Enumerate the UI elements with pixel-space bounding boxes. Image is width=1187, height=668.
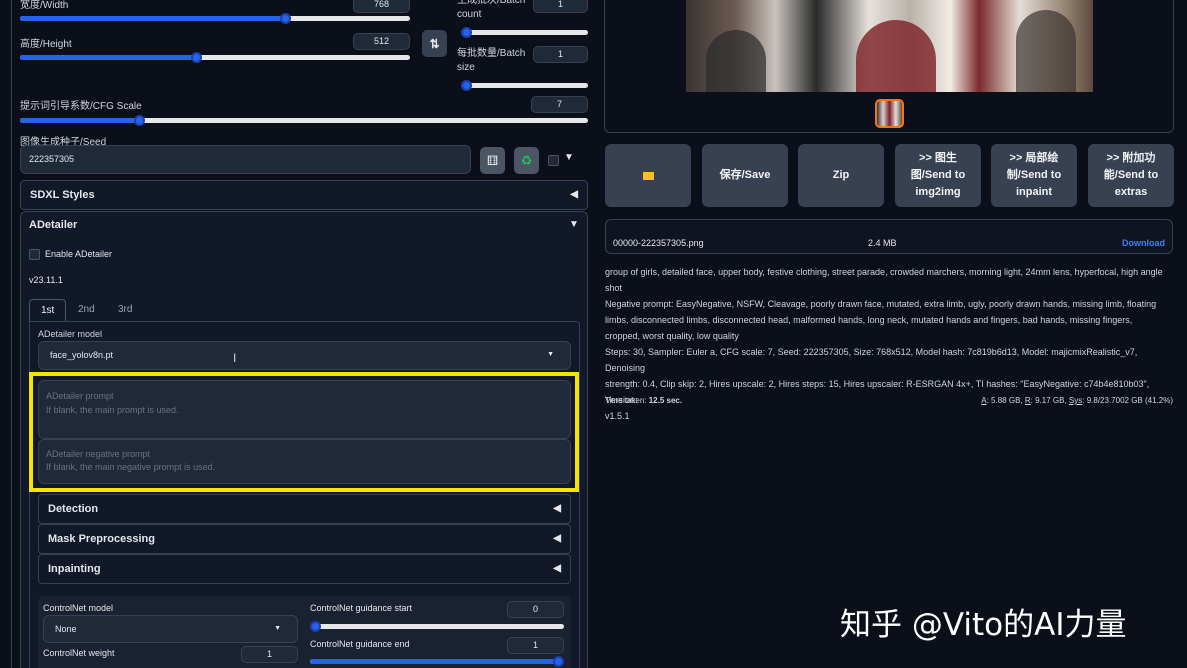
adetailer-prompt-placeholder: If blank, the main prompt is used. — [46, 405, 179, 415]
info-prompt: group of girls, detailed face, upper bod… — [605, 267, 1163, 293]
width-number-input[interactable]: 768 — [353, 0, 410, 13]
extra-seed-checkbox[interactable] — [548, 155, 559, 166]
swap-icon: ⇅ — [429, 36, 440, 51]
memory-stats: A: 5.88 GB, R: 9.17 GB, Sys: 9.8/23.7002… — [981, 396, 1173, 405]
width-slider-thumb[interactable] — [280, 13, 292, 24]
controlnet-model-label: ControlNet model — [43, 603, 114, 613]
watermark-text: 知乎 @Vito的AI力量 — [840, 607, 1127, 643]
enable-adetailer-checkbox[interactable] — [29, 249, 40, 260]
controlnet-guidance-start-slider[interactable] — [310, 621, 564, 632]
inpainting-accordion[interactable]: Inpainting ◀ — [38, 554, 571, 584]
open-folder-button[interactable] — [605, 144, 691, 207]
sdxl-styles-title: SDXL Styles — [30, 189, 95, 201]
collapse-left-icon: ◀ — [553, 533, 561, 544]
info-params: Steps: 30, Sampler: Euler a, CFG scale: … — [605, 347, 1150, 421]
cfg-scale-slider[interactable] — [20, 115, 588, 126]
file-name: 00000-222357305.png — [613, 238, 704, 248]
random-seed-button[interactable]: ⚅ — [480, 147, 505, 174]
adetailer-negative-prompt-textarea[interactable]: ADetailer negative prompt If blank, the … — [38, 439, 571, 484]
adetailer-title[interactable]: ADetailer — [29, 219, 77, 231]
photo-figure — [856, 20, 936, 92]
photo-figure — [1016, 10, 1076, 92]
collapse-left-icon: ◀ — [553, 503, 561, 514]
controlnet-guidance-end-thumb[interactable] — [553, 656, 564, 667]
width-label: 宽度/Width — [20, 0, 69, 11]
batch-size-slider[interactable] — [461, 80, 588, 91]
controlnet-model-dropdown[interactable]: None ▼ — [43, 615, 298, 643]
batch-size-number-input[interactable]: 1 — [533, 46, 588, 63]
tab-3rd[interactable]: 3rd — [118, 304, 132, 315]
batch-count-number-input[interactable]: 1 — [533, 0, 588, 13]
expand-down-icon[interactable]: ▼ — [569, 219, 579, 230]
zip-button[interactable]: Zip — [798, 144, 884, 207]
batch-size-slider-thumb[interactable] — [461, 80, 472, 91]
adetailer-model-dropdown[interactable]: face_yolov8n.pt ▼ — [38, 341, 571, 370]
recycle-icon: ♻ — [520, 152, 533, 168]
batch-count-slider-thumb[interactable] — [461, 27, 472, 38]
collapse-left-icon: ◀ — [570, 189, 578, 200]
controlnet-model-value: None — [55, 624, 77, 634]
text-cursor-icon: I — [233, 351, 237, 365]
send-to-inpaint-button[interactable]: >> 局部绘 制/Send to inpaint — [991, 144, 1077, 207]
height-label: 高度/Height — [20, 39, 72, 50]
batch-count-slider[interactable] — [461, 27, 588, 38]
cfg-scale-label: 提示词引导系数/CFG Scale — [20, 101, 142, 112]
adetailer-prompt-textarea[interactable]: ADetailer prompt If blank, the main prom… — [38, 380, 571, 439]
sdxl-styles-accordion[interactable]: SDXL Styles ◀ — [20, 180, 588, 210]
generated-image[interactable] — [686, 0, 1093, 92]
controlnet-guidance-end-slider[interactable] — [310, 656, 564, 667]
adetailer-model-value: face_yolov8n.pt — [50, 350, 114, 360]
controlnet-guidance-start-number-input[interactable]: 0 — [507, 601, 564, 618]
extra-seed-toggle-icon[interactable]: ▼ — [564, 152, 574, 163]
controlnet-guidance-end-number-input[interactable]: 1 — [507, 637, 564, 654]
time-taken: Time taken: 12.5 sec. — [605, 396, 683, 405]
cfg-scale-number-input[interactable]: 7 — [531, 96, 588, 113]
send-to-extras-button[interactable]: >> 附加功 能/Send to extras — [1088, 144, 1174, 207]
seed-input[interactable]: 222357305 — [20, 145, 471, 174]
detection-accordion[interactable]: Detection ◀ — [38, 494, 571, 524]
file-download-row: 00000-222357305.png 2.4 MB Download — [605, 219, 1173, 254]
batch-size-label: 每批数量/Batch size — [457, 48, 526, 73]
photo-figure — [706, 30, 766, 92]
info-negative-prompt: Negative prompt: EasyNegative, NSFW, Cle… — [605, 299, 1157, 341]
left-panel-edge — [11, 0, 12, 668]
reuse-seed-button[interactable]: ♻ — [514, 147, 539, 174]
mask-preprocessing-accordion[interactable]: Mask Preprocessing ◀ — [38, 524, 571, 554]
adetailer-negative-prompt-label: ADetailer negative prompt — [46, 449, 151, 459]
cfg-scale-slider-thumb[interactable] — [134, 115, 146, 126]
batch-count-label: 生成批次/Batch count — [457, 0, 526, 20]
tab-1st[interactable]: 1st — [29, 299, 66, 322]
folder-icon — [642, 171, 654, 180]
controlnet-weight-label: ControlNet weight — [43, 648, 115, 658]
height-slider[interactable] — [20, 52, 410, 63]
enable-adetailer-label: Enable ADetailer — [45, 249, 113, 259]
dice-icon: ⚅ — [486, 152, 499, 168]
file-size: 2.4 MB — [868, 238, 897, 248]
tab-2nd[interactable]: 2nd — [78, 304, 95, 315]
width-slider[interactable] — [20, 13, 410, 24]
adetailer-model-label: ADetailer model — [38, 329, 103, 339]
controlnet-guidance-start-thumb[interactable] — [310, 621, 321, 632]
adetailer-negative-prompt-placeholder: If blank, the main negative prompt is us… — [46, 462, 216, 472]
controlnet-weight-number-input[interactable]: 1 — [241, 646, 298, 663]
adetailer-prompt-label: ADetailer prompt — [46, 391, 114, 401]
swap-dimensions-button[interactable]: ⇅ — [422, 30, 447, 57]
adetailer-version: v23.11.1 — [29, 275, 63, 285]
gallery-thumbnail[interactable] — [875, 99, 904, 128]
save-button[interactable]: 保存/Save — [702, 144, 788, 207]
collapse-left-icon: ◀ — [553, 563, 561, 574]
chevron-down-icon: ▼ — [547, 351, 554, 358]
download-link[interactable]: Download — [1122, 238, 1165, 248]
chevron-down-icon: ▼ — [274, 625, 281, 632]
seed-value: 222357305 — [29, 154, 75, 164]
controlnet-guidance-start-label: ControlNet guidance start — [310, 603, 413, 613]
controlnet-guidance-end-label: ControlNet guidance end — [310, 639, 410, 649]
height-number-input[interactable]: 512 — [353, 33, 410, 50]
send-to-img2img-button[interactable]: >> 图生 图/Send to img2img — [895, 144, 981, 207]
height-slider-thumb[interactable] — [190, 52, 202, 63]
